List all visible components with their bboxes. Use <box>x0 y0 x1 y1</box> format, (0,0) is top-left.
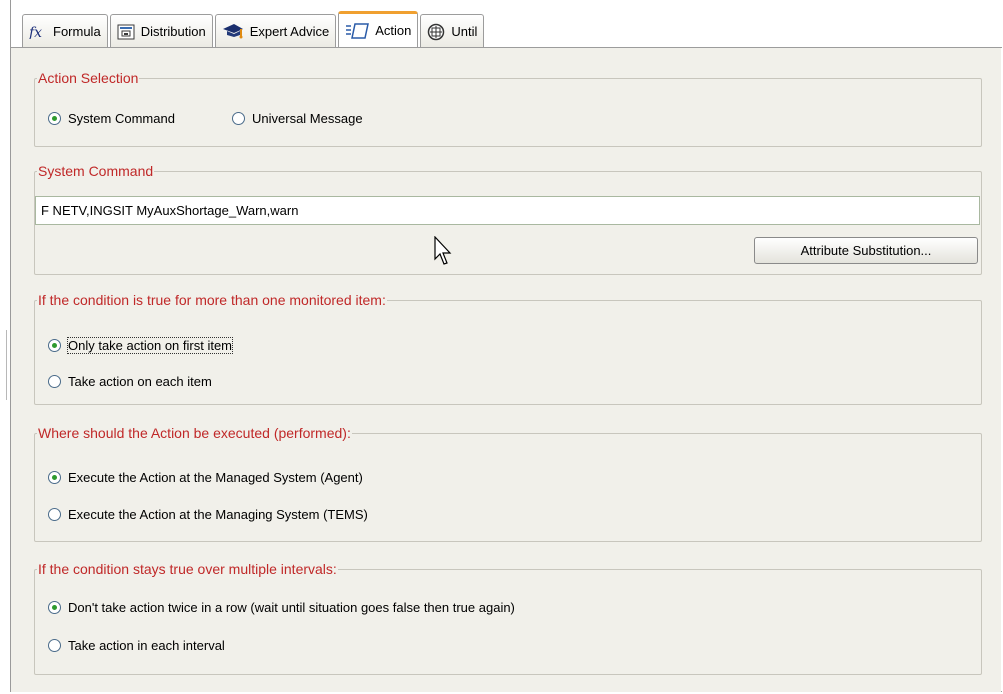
radio-label: Take action in each interval <box>68 638 225 653</box>
action-icon <box>345 22 370 39</box>
group-legend: If the condition stays true over multipl… <box>38 561 337 577</box>
group-legend: Where should the Action be executed (per… <box>38 425 351 441</box>
tab-action[interactable]: Action <box>338 11 419 49</box>
group-legend: If the condition is true for more than o… <box>38 292 386 308</box>
radio-label: Universal Message <box>252 111 363 126</box>
mouse-pointer-icon <box>434 235 454 269</box>
svg-text:fx: fx <box>29 25 42 39</box>
tab-label: Distribution <box>140 24 206 39</box>
radio-indicator <box>48 601 61 614</box>
radio-label: System Command <box>68 111 175 126</box>
universal-message-radio[interactable]: Universal Message <box>232 111 363 126</box>
each-item-radio[interactable]: Take action on each item <box>48 374 212 389</box>
radio-indicator <box>48 339 61 352</box>
graduation-cap-icon <box>222 23 244 41</box>
radio-label: Don't take action twice in a row (wait u… <box>68 600 515 615</box>
action-selection-group: Action Selection <box>34 70 982 147</box>
until-icon <box>427 23 445 41</box>
radio-indicator <box>48 375 61 388</box>
tab-bar: fx Formula Distribution Expert Advice Ac… <box>22 10 486 49</box>
tab-expert-advice[interactable]: Expert Advice <box>214 14 337 48</box>
no-repeat-action-radio[interactable]: Don't take action twice in a row (wait u… <box>48 600 515 615</box>
radio-indicator <box>48 639 61 652</box>
managing-system-radio[interactable]: Execute the Action at the Managing Syste… <box>48 507 368 522</box>
tab-label: Expert Advice <box>249 24 330 39</box>
tab-until[interactable]: Until <box>420 14 485 48</box>
system-command-input[interactable]: F NETV,INGSIT MyAuxShortage_Warn,warn <box>35 196 980 225</box>
radio-indicator <box>48 471 61 484</box>
radio-indicator <box>48 112 61 125</box>
radio-label: Take action on each item <box>68 374 212 389</box>
each-interval-radio[interactable]: Take action in each interval <box>48 638 225 653</box>
tab-label: Until <box>451 24 478 39</box>
fx-icon: fx <box>29 25 47 39</box>
attribute-substitution-button[interactable]: Attribute Substitution... <box>754 237 978 264</box>
radio-indicator <box>232 112 245 125</box>
tab-formula[interactable]: fx Formula <box>22 14 108 48</box>
managed-system-radio[interactable]: Execute the Action at the Managed System… <box>48 470 363 485</box>
tab-label: Formula <box>53 24 101 39</box>
tab-label: Action <box>375 23 412 38</box>
radio-label: Execute the Action at the Managed System… <box>68 470 363 485</box>
tab-distribution[interactable]: Distribution <box>109 14 213 48</box>
first-item-only-radio[interactable]: Only take action on first item <box>48 337 234 354</box>
system-command-radio[interactable]: System Command <box>48 111 175 126</box>
intervals-group: If the condition stays true over multipl… <box>34 561 982 675</box>
distribution-icon <box>117 24 135 40</box>
group-legend: System Command <box>38 163 154 179</box>
radio-label: Execute the Action at the Managing Syste… <box>68 507 368 522</box>
group-legend: Action Selection <box>38 70 139 86</box>
radio-label: Only take action on first item <box>66 337 234 354</box>
window-edge-marker <box>6 330 7 400</box>
radio-indicator <box>48 508 61 521</box>
